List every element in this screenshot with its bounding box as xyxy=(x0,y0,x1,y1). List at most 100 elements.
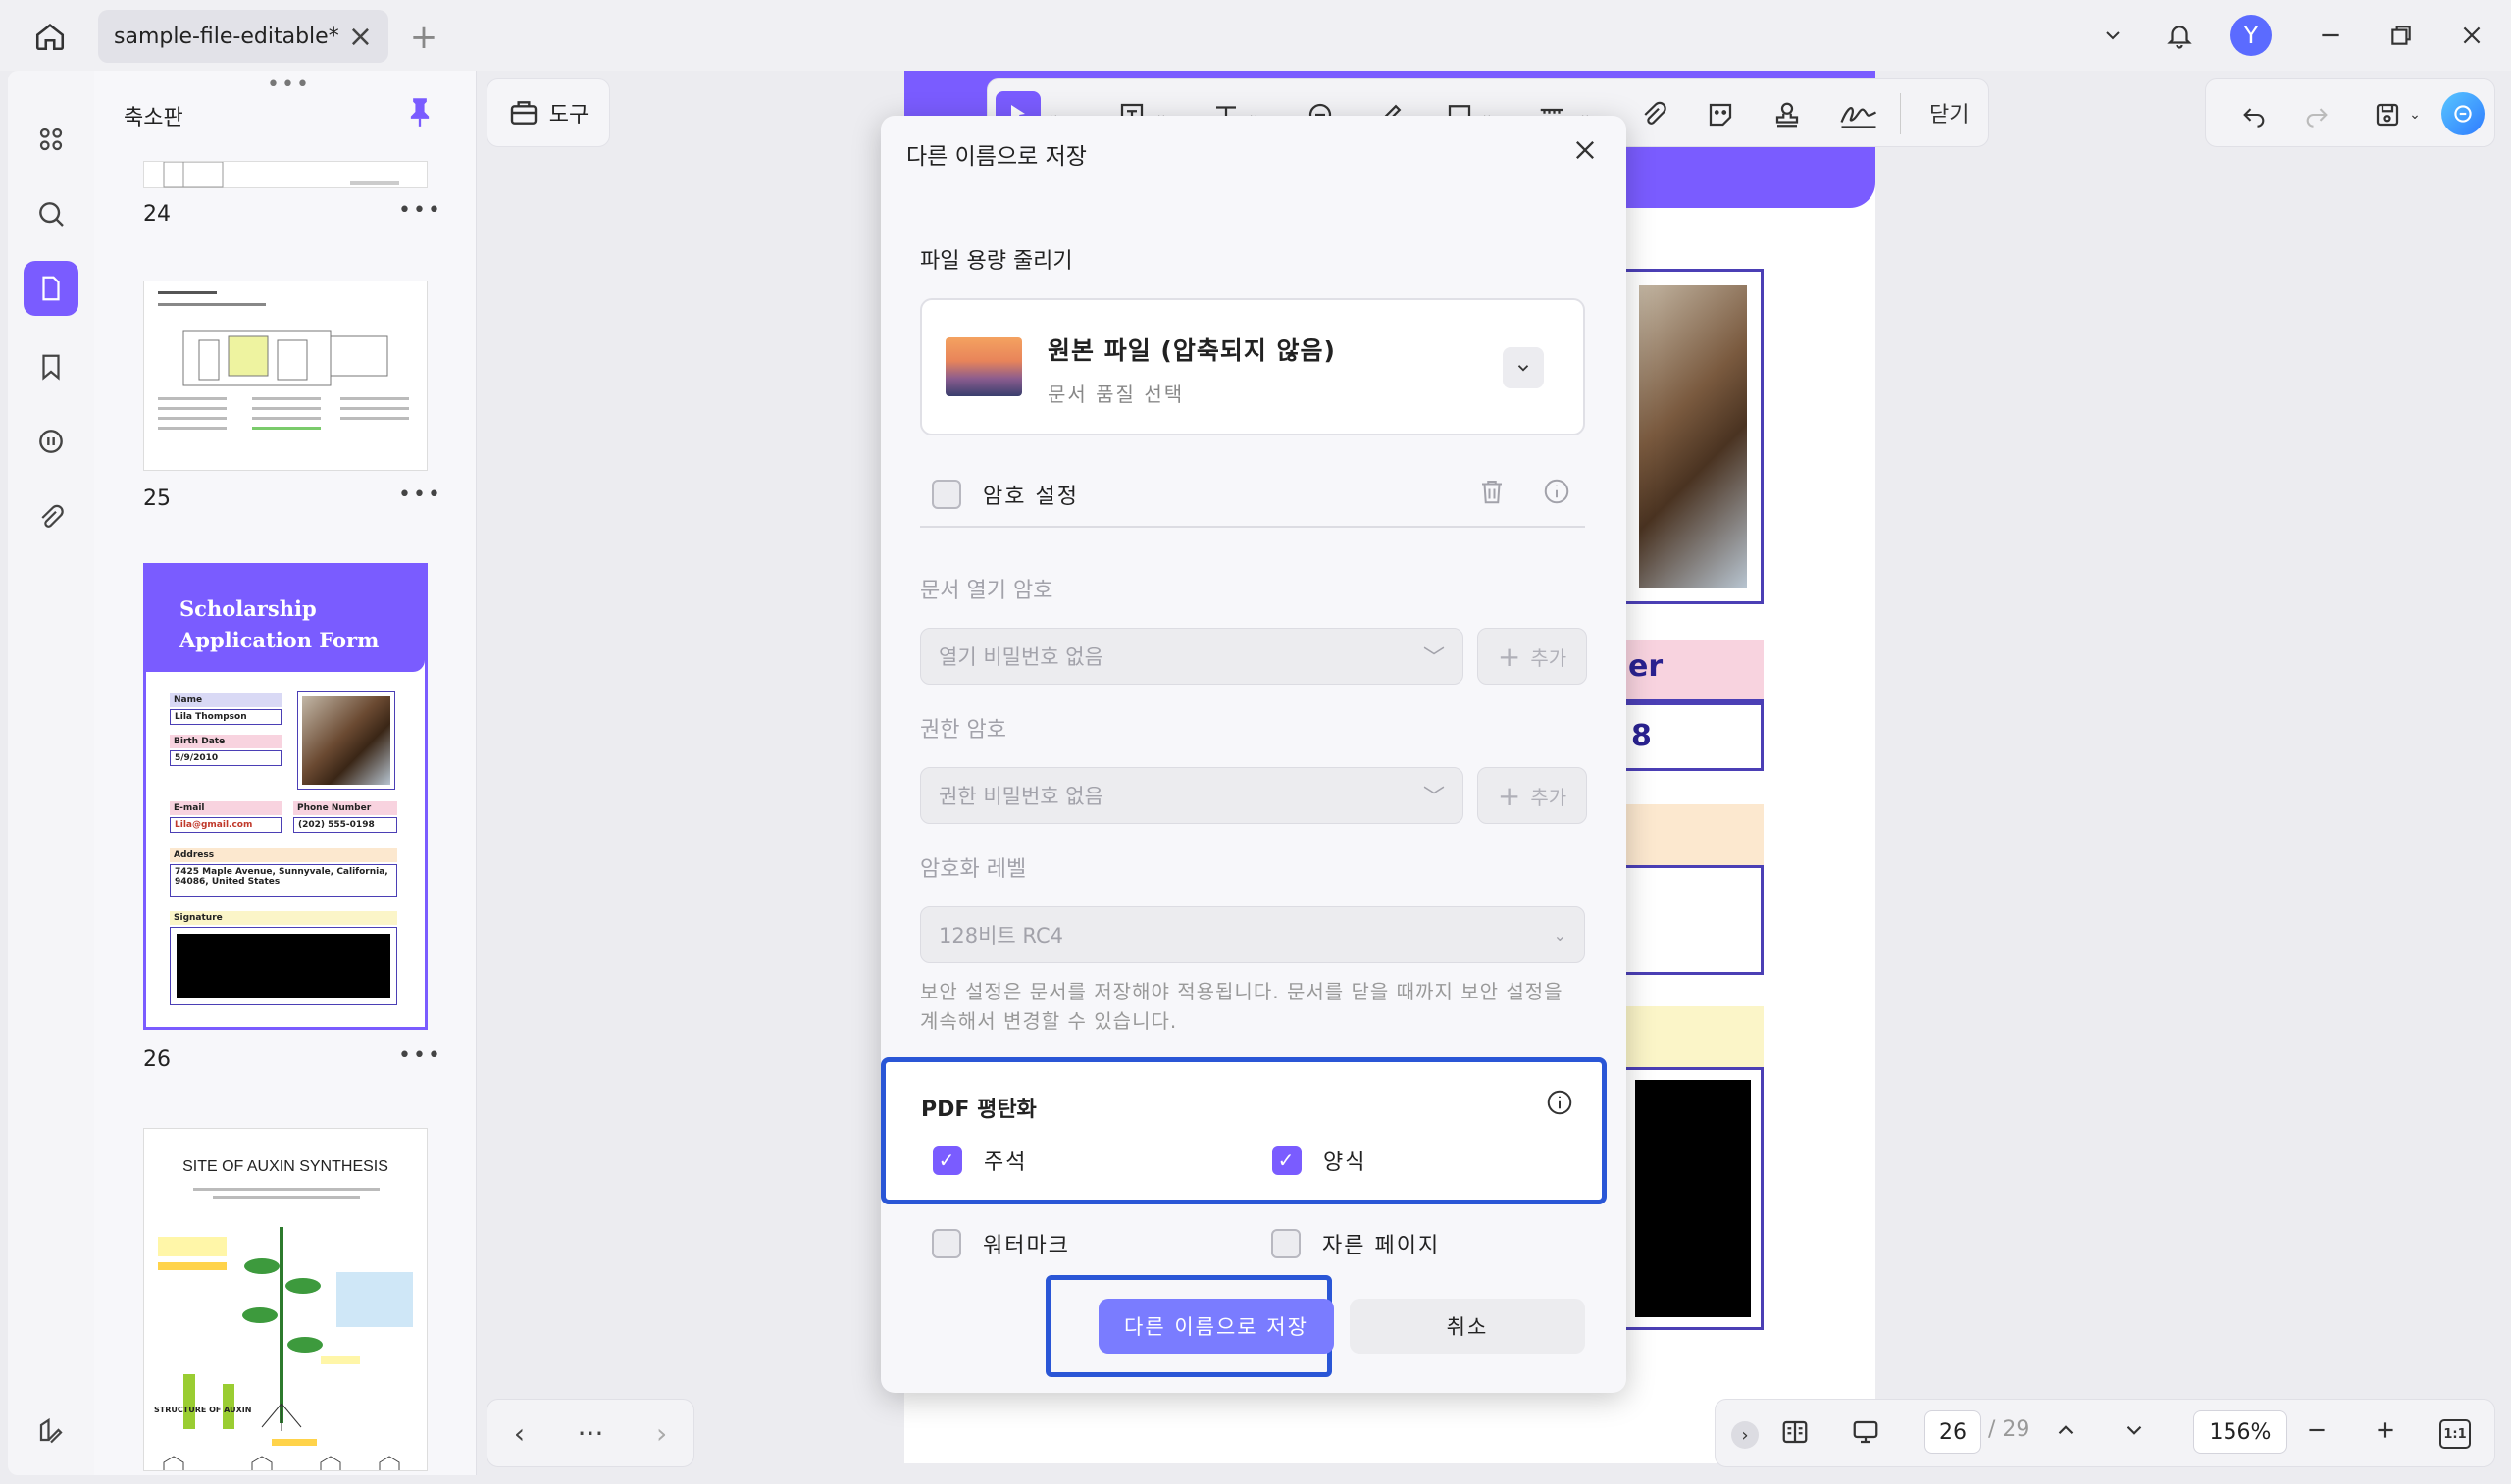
restore-icon[interactable] xyxy=(2383,18,2419,53)
document-field-label xyxy=(1622,1006,1764,1067)
divider xyxy=(920,526,1585,528)
open-password-title: 문서 열기 암호 xyxy=(920,579,1053,603)
presentation-icon[interactable] xyxy=(1849,1417,1882,1453)
stamp-icon[interactable] xyxy=(1768,96,1806,133)
open-password-field[interactable]: 열기 비밀번호 없음 ﹀ xyxy=(920,628,1463,685)
add-permission-password-button[interactable]: + 추가 xyxy=(1477,767,1587,824)
eye-closed-icon[interactable]: ﹀ xyxy=(1423,780,1445,811)
encryption-level-select[interactable]: 128비트 RC4 ⌄ xyxy=(920,906,1585,963)
minimize-icon[interactable] xyxy=(2313,18,2348,53)
document-field-label: er xyxy=(1622,640,1764,702)
zoom-input[interactable]: 156% xyxy=(2193,1410,2287,1454)
thumb-value: 5/9/2010 xyxy=(170,750,282,766)
close-window-icon[interactable] xyxy=(2454,18,2489,53)
page-thumbnail-24[interactable] xyxy=(143,161,428,188)
cropped-pages-checkbox-row[interactable]: 자른 페이지 xyxy=(1271,1228,1440,1259)
add-open-password-button[interactable]: + 추가 xyxy=(1477,628,1587,685)
next-page-icon[interactable]: › xyxy=(656,1417,667,1450)
chevron-down-icon[interactable] xyxy=(1503,347,1544,388)
cancel-button[interactable]: 취소 xyxy=(1350,1299,1585,1354)
page-more-icon[interactable]: ••• xyxy=(398,483,442,507)
actual-size-button[interactable]: 1:1 xyxy=(2439,1419,2471,1449)
thumb-value: 7425 Maple Avenue, Sunnyvale, California… xyxy=(170,864,397,897)
info-icon[interactable] xyxy=(1545,1088,1574,1124)
forms-checkbox[interactable]: ✓ xyxy=(1272,1146,1302,1175)
page-thumbnail-26[interactable]: Scholarship Application Form Name Lila T… xyxy=(143,563,428,1030)
zoom-in-icon[interactable] xyxy=(2373,1417,2398,1449)
page-number-input[interactable]: 26 xyxy=(1924,1410,1981,1454)
quality-select[interactable]: 원본 파일 (압축되지 않음) 문서 품질 선택 xyxy=(920,298,1585,435)
new-tab-icon[interactable]: + xyxy=(406,18,441,57)
info-icon[interactable] xyxy=(1542,477,1571,513)
password-checkbox-row[interactable]: 암호 설정 xyxy=(932,479,1079,510)
search-icon[interactable] xyxy=(24,186,78,241)
add-label: 추가 xyxy=(1530,785,1567,809)
annotations-label: 주석 xyxy=(984,1151,1028,1175)
tools-label: 도구 xyxy=(548,103,589,128)
more-icon[interactable]: ··· xyxy=(578,1417,604,1450)
trash-icon[interactable] xyxy=(1477,475,1507,515)
page-thumbnail-25[interactable] xyxy=(143,281,428,471)
encryption-level-title: 암호화 레벨 xyxy=(920,857,1027,882)
drag-handle[interactable]: ••• xyxy=(267,73,311,97)
save-as-dialog: 다른 이름으로 저장 파일 용량 줄리기 원본 파일 (압축되지 않음) 문서 … xyxy=(881,116,1626,1393)
undo-icon[interactable] xyxy=(2235,96,2273,133)
permission-password-field[interactable]: 권한 비밀번호 없음 ﹀ xyxy=(920,767,1463,824)
avatar[interactable]: Y xyxy=(2230,15,2272,56)
zoom-out-icon[interactable] xyxy=(2304,1417,2330,1449)
page-more-icon[interactable]: ••• xyxy=(398,198,442,223)
chevron-down-icon[interactable]: ⌄ xyxy=(2406,96,2424,133)
document-tab[interactable]: sample-file-editable* × xyxy=(98,10,388,63)
bookmark-icon[interactable] xyxy=(24,339,78,394)
page-more-icon[interactable]: ••• xyxy=(398,1044,442,1068)
password-label: 암호 설정 xyxy=(983,485,1079,509)
thumb-label: Address xyxy=(170,848,397,862)
bell-icon[interactable] xyxy=(2160,16,2199,55)
flatten-title: PDF 평탄화 xyxy=(921,1098,1037,1122)
save-as-button[interactable]: 다른 이름으로 저장 xyxy=(1099,1299,1334,1354)
annotations-checkbox[interactable]: ✓ xyxy=(933,1146,962,1175)
thumb-subtitle: STRUCTURE OF AUXIN xyxy=(154,1406,252,1414)
thumbnails-icon[interactable] xyxy=(24,261,78,316)
eye-closed-icon[interactable]: ﹀ xyxy=(1423,640,1445,672)
tab-title: sample-file-editable* xyxy=(114,24,339,49)
document-photo xyxy=(1622,269,1764,604)
permission-password-title: 권한 암호 xyxy=(920,718,1006,742)
attachment-icon[interactable] xyxy=(24,490,78,545)
watermark-checkbox-row[interactable]: 워터마크 xyxy=(932,1228,1070,1259)
plus-icon: + xyxy=(1497,640,1521,673)
previous-page-icon[interactable]: ‹ xyxy=(514,1417,525,1450)
password-checkbox[interactable] xyxy=(932,480,961,509)
document-field-value[interactable]: 8 xyxy=(1622,702,1764,771)
ai-assistant-icon[interactable] xyxy=(2441,92,2485,135)
page-thumbnail-27[interactable]: SITE OF AUXIN SYNTHESIS STRUCTURE OF AUX… xyxy=(143,1128,428,1471)
page-layout-icon[interactable] xyxy=(1778,1417,1812,1453)
comment-icon[interactable] xyxy=(24,414,78,469)
page-up-icon[interactable] xyxy=(2053,1417,2078,1449)
chevron-down-icon: ⌄ xyxy=(1553,925,1566,945)
attach-file-icon[interactable] xyxy=(1635,96,1672,133)
field-fragment: 8 xyxy=(1631,719,1652,753)
pin-icon[interactable] xyxy=(406,96,434,135)
tools-button[interactable]: 도구 xyxy=(487,78,610,147)
apps-icon[interactable] xyxy=(24,112,78,167)
settings-panel-icon[interactable] xyxy=(24,1403,78,1458)
home-icon[interactable] xyxy=(29,16,71,57)
close-tab-icon[interactable]: × xyxy=(348,20,373,54)
page-number: 24 xyxy=(143,202,171,227)
signature-box[interactable] xyxy=(1622,1067,1764,1330)
chevron-down-icon[interactable] xyxy=(2095,18,2130,53)
close-toolbar-button[interactable]: 닫기 xyxy=(1929,97,1969,128)
signature-icon[interactable] xyxy=(1835,96,1882,133)
annotations-checkbox-row[interactable]: ✓ 주석 xyxy=(933,1145,1027,1176)
save-icon[interactable] xyxy=(2369,96,2406,133)
collapse-icon[interactable]: › xyxy=(1731,1421,1759,1449)
watermark-checkbox[interactable] xyxy=(932,1229,961,1258)
document-field-value[interactable] xyxy=(1622,865,1764,975)
page-down-icon[interactable] xyxy=(2122,1417,2147,1449)
cropped-pages-checkbox[interactable] xyxy=(1271,1229,1301,1258)
sticker-icon[interactable] xyxy=(1702,96,1739,133)
forms-checkbox-row[interactable]: ✓ 양식 xyxy=(1272,1145,1366,1176)
redo-icon[interactable] xyxy=(2298,96,2335,133)
close-icon[interactable] xyxy=(1571,133,1599,173)
